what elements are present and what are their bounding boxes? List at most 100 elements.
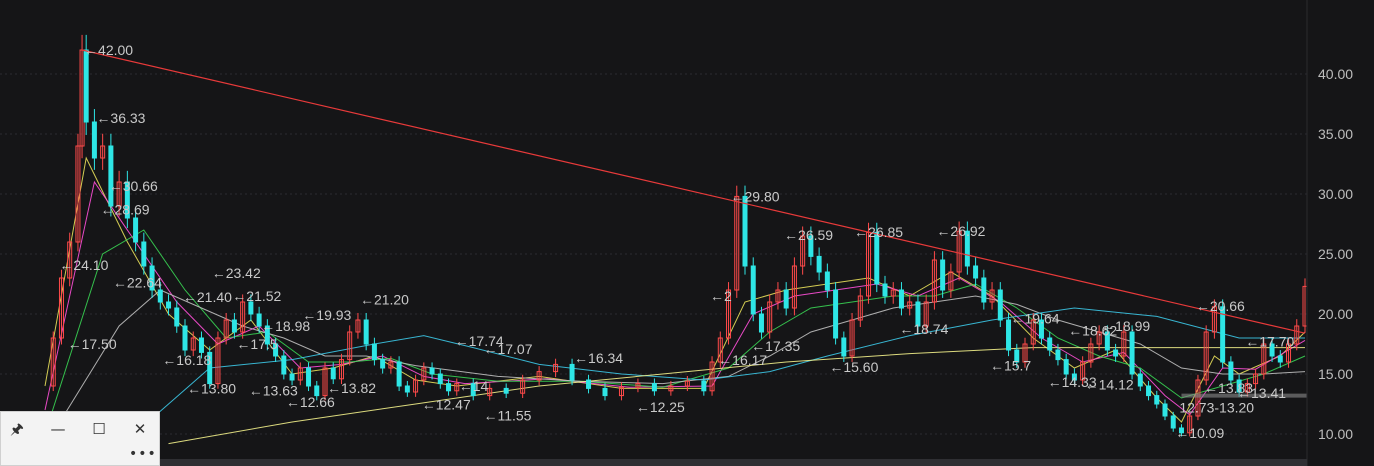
candle-body xyxy=(1055,349,1061,361)
price-annotation: ←15.60 xyxy=(829,359,878,375)
price-annotation: ←12.66 xyxy=(286,394,335,410)
stock-chart: ←42.00 ←36.33 ←30.66 ←28.69 ←24.10 ←22.64 ←23.… xyxy=(0,0,1374,466)
candle-body xyxy=(973,265,979,279)
price-annotation: 12.73-13.20 xyxy=(1179,400,1254,416)
candle-body xyxy=(833,289,839,339)
y-tick-label: 30.00 xyxy=(1318,186,1353,202)
price-annotation: ←13.41 xyxy=(1237,385,1286,401)
candle-body xyxy=(396,361,402,387)
candle-body xyxy=(133,217,139,243)
candle-body xyxy=(437,373,443,385)
candle-body xyxy=(231,319,237,333)
price-annotation: ←17.07 xyxy=(483,341,532,357)
candle-body xyxy=(429,367,435,375)
candle-body xyxy=(306,367,312,387)
candle-body xyxy=(1129,331,1135,375)
candle-body xyxy=(380,359,386,369)
candle-body xyxy=(1146,385,1152,397)
candle-body xyxy=(289,373,295,381)
price-annotation: ←21.52 xyxy=(232,288,281,304)
candle-body xyxy=(750,265,756,315)
candle-body xyxy=(997,289,1003,321)
candle-body xyxy=(198,337,204,353)
candle-body xyxy=(1137,373,1143,387)
price-annotation: ←10.09 xyxy=(1175,425,1224,441)
price-annotation: ←13.80 xyxy=(187,380,236,396)
candle-body xyxy=(330,367,336,380)
candle-body xyxy=(783,289,789,309)
price-annotation: ←13.82 xyxy=(327,380,376,396)
y-tick-label: 40.00 xyxy=(1318,66,1353,82)
maximize-icon[interactable]: ☐ xyxy=(85,418,113,440)
candle-body xyxy=(166,301,172,309)
y-tick-label: 10.00 xyxy=(1318,426,1353,442)
pin-icon[interactable]: 🖈 xyxy=(3,418,31,440)
candle-body xyxy=(248,301,254,315)
floating-window-toolbar: 🖈 — ☐ ✕ ••• xyxy=(0,411,160,466)
candle-body xyxy=(651,383,657,392)
price-annotation: ←17.5 xyxy=(236,336,277,352)
close-icon[interactable]: ✕ xyxy=(126,418,154,440)
price-annotation: ←30.66 xyxy=(109,178,158,194)
candle-body xyxy=(182,325,188,351)
candle-body xyxy=(83,49,89,123)
candle-body xyxy=(91,121,97,159)
candle-body xyxy=(1277,355,1283,363)
candle-body xyxy=(841,337,847,357)
more-options-icon[interactable]: ••• xyxy=(129,446,156,462)
candle-body xyxy=(602,387,608,397)
candle-body xyxy=(503,387,509,394)
price-annotation: ←12.47 xyxy=(422,396,471,412)
price-annotation: ←16.34 xyxy=(574,350,623,366)
candle-body xyxy=(1047,337,1053,351)
y-tick-label: 15.00 xyxy=(1318,366,1353,382)
price-annotation: ←18.99 xyxy=(1101,318,1150,334)
candle-body xyxy=(446,383,452,392)
candle-body xyxy=(1162,403,1168,417)
candle-body xyxy=(108,145,114,207)
candle-body xyxy=(569,363,575,381)
y-tick-label: 35.00 xyxy=(1318,126,1353,142)
candle-body xyxy=(157,289,163,303)
candle-body xyxy=(586,379,592,389)
candle-body xyxy=(940,259,946,291)
candle-body xyxy=(898,289,904,309)
candle-body xyxy=(981,277,987,303)
price-annotation: ←17.50 xyxy=(68,336,117,352)
price-annotation: ←42.00 xyxy=(84,42,133,58)
price-annotation: ←36.33 xyxy=(96,110,145,126)
price-annotation: ←18.74 xyxy=(899,321,948,337)
price-annotation: ←19.93 xyxy=(302,307,351,323)
candle-body xyxy=(1228,361,1234,381)
minimize-icon[interactable]: — xyxy=(44,418,72,440)
price-annotation: ←20.66 xyxy=(1196,298,1245,314)
horizontal-scrollbar[interactable] xyxy=(160,459,1307,466)
price-annotation: ←26.59 xyxy=(784,227,833,243)
candle-body xyxy=(281,355,287,375)
price-annotation: ←2 xyxy=(710,288,732,304)
price-annotation: ←26.85 xyxy=(854,224,903,240)
candle-body xyxy=(1220,306,1226,363)
candle-body xyxy=(1154,395,1160,405)
candle-body xyxy=(824,271,830,291)
candle-body xyxy=(1113,349,1119,357)
price-annotation: ←21.40 xyxy=(183,289,232,305)
candle-body xyxy=(742,195,748,267)
candle-body xyxy=(882,283,888,297)
candle-body xyxy=(404,385,410,393)
price-annotation: ←16.17 xyxy=(718,352,767,368)
price-annotation: ←22.64 xyxy=(113,274,162,290)
candle-body xyxy=(874,231,880,285)
price-annotation: ←14.12 xyxy=(1085,377,1134,393)
price-annotation: ←14 xyxy=(459,378,489,394)
candle-body xyxy=(141,241,147,267)
price-annotation: ←23.42 xyxy=(212,265,261,281)
y-tick-label: 20.00 xyxy=(1318,306,1353,322)
price-annotation: ←24.10 xyxy=(59,257,108,273)
price-annotation: ←29.80 xyxy=(731,188,780,204)
candle-body xyxy=(174,307,180,327)
price-annotation: ←12.25 xyxy=(636,399,685,415)
price-annotation: ←19.64 xyxy=(1011,310,1060,326)
price-annotation: ←17.70 xyxy=(1245,334,1294,350)
candle-body xyxy=(371,343,377,361)
